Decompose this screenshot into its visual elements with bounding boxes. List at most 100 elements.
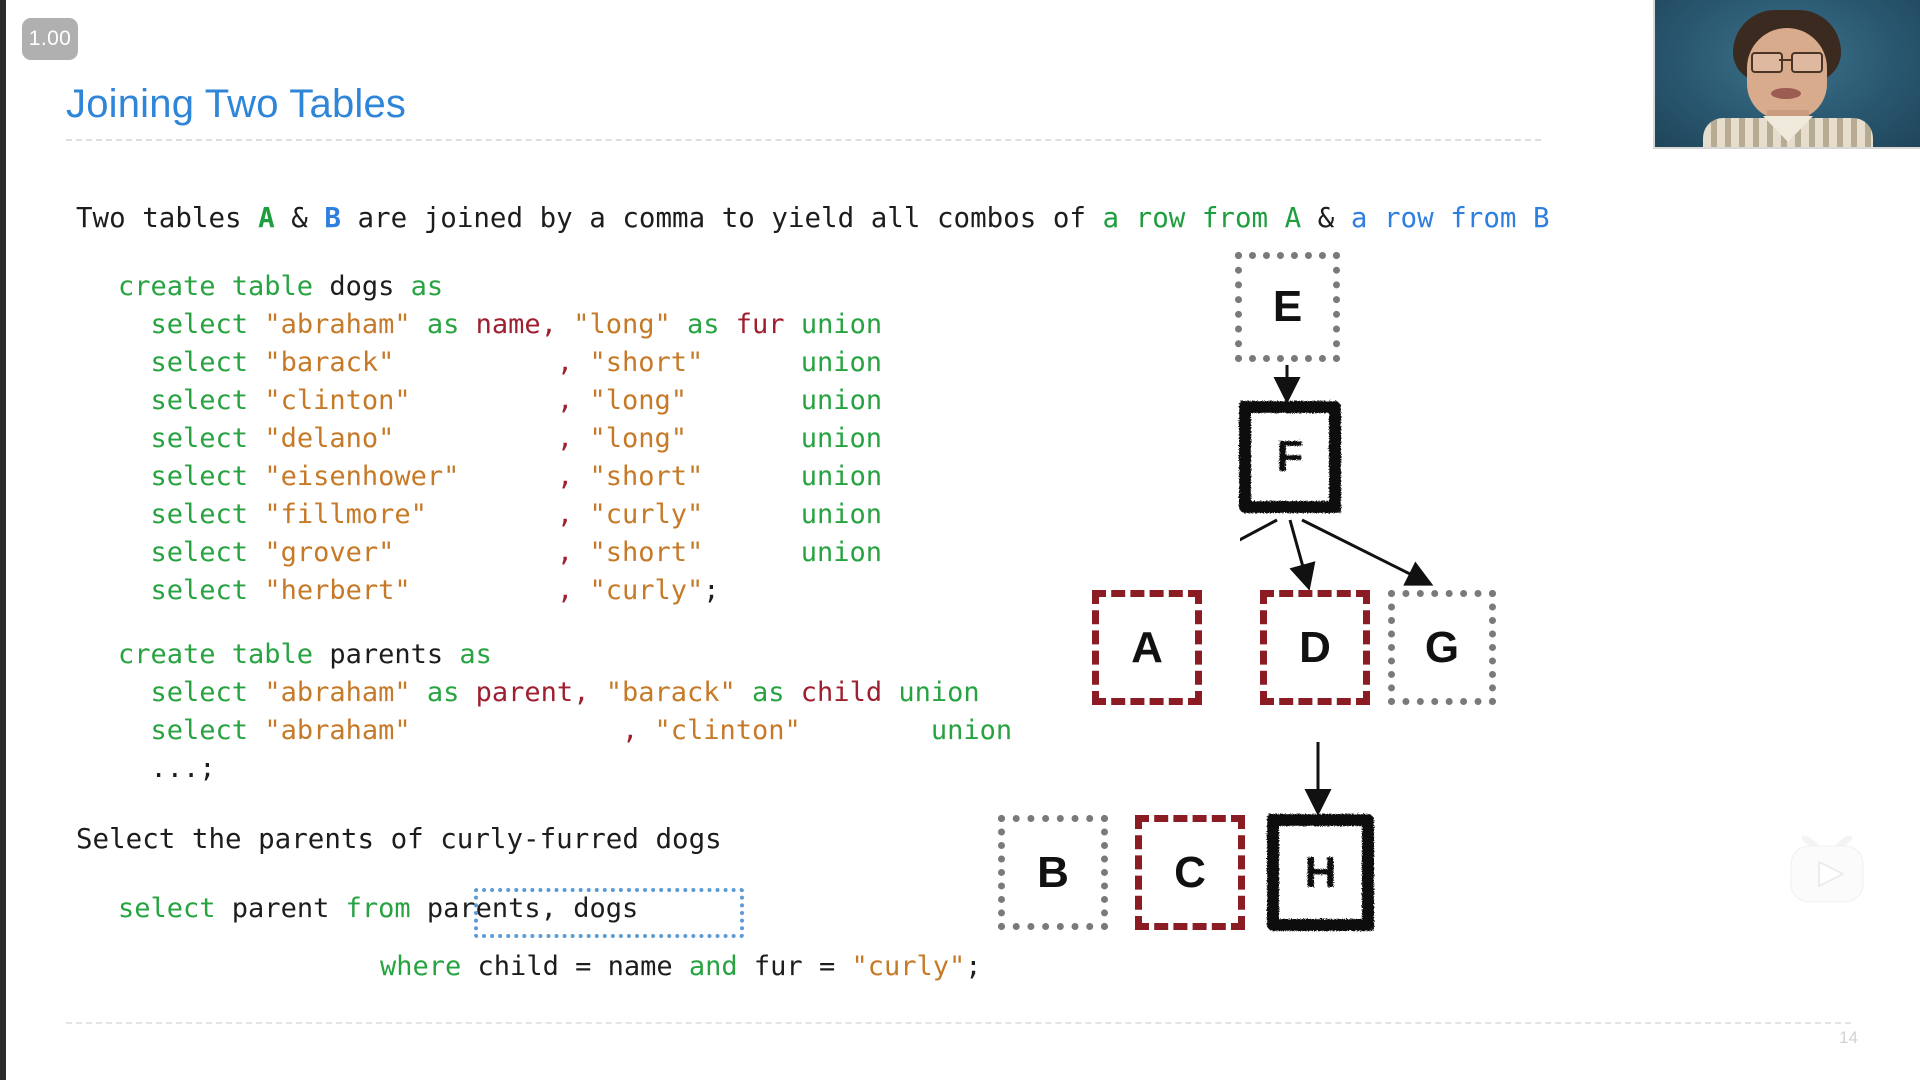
dogs-row2-pad <box>411 385 557 416</box>
tree-node-h[interactable]: H <box>1268 815 1373 930</box>
dogs-row5-fur: "curly" <box>589 499 704 530</box>
query-where-eq1: = <box>558 951 608 982</box>
dogs-row7-pad <box>411 575 557 606</box>
parents-row1-as2: as <box>735 677 801 708</box>
dogs-row4-comma: , <box>556 461 590 492</box>
parents-row1-select: select <box>150 677 265 708</box>
tree-node-a[interactable]: A <box>1092 590 1202 705</box>
dogs-row0-select: select <box>150 309 265 340</box>
parents-row1-union: union <box>882 677 980 708</box>
parents-row2-comma: , <box>621 715 655 746</box>
dogs-row5-union: union <box>800 499 883 530</box>
tree-node-f-label: F <box>1276 432 1304 481</box>
webcam-mouth <box>1771 88 1801 99</box>
query-where-eq2: = <box>802 951 852 982</box>
dogs-row3-fur: "long" <box>589 423 687 454</box>
dogs-row1-comma: , <box>556 347 590 378</box>
dogs-row3-union: union <box>800 423 883 454</box>
tree-node-h-label: H <box>1304 847 1337 897</box>
dogs-row4-fur: "short" <box>589 461 704 492</box>
playback-speed-badge[interactable]: 1.00 <box>22 18 78 60</box>
dogs-table-name: dogs <box>329 271 395 302</box>
dogs-row6-pad <box>394 537 557 568</box>
tree-node-b-label: B <box>1037 847 1069 897</box>
task-description: Select the parents of curly-furred dogs <box>76 823 722 855</box>
dogs-row7-name: "herbert" <box>264 575 411 606</box>
dogs-row4-union: union <box>800 461 883 492</box>
dogs-row0-fur: "long" <box>556 309 671 340</box>
tree-node-g[interactable]: G <box>1388 590 1496 705</box>
query-where-child: child <box>477 951 559 982</box>
parents-ellipsis: ...; <box>150 753 216 784</box>
dogs-row5-padend <box>703 499 801 530</box>
dogs-row6-comma: , <box>556 537 590 568</box>
tree-node-e[interactable]: E <box>1235 252 1340 362</box>
dogs-row1-fur: "short" <box>589 347 704 378</box>
query-select-col: parent <box>231 893 330 924</box>
intro-seg-2: & <box>274 202 325 234</box>
tree-node-c-label: C <box>1174 847 1206 897</box>
from-clause-highlight-box <box>474 888 744 938</box>
query-where-fur: fur <box>753 951 803 982</box>
dogs-row2-padend <box>687 385 801 416</box>
dogs-row6-padend <box>703 537 801 568</box>
tree-node-f[interactable]: F <box>1240 402 1340 512</box>
dogs-row3-name: "delano" <box>264 423 395 454</box>
webcam-glasses-left <box>1751 52 1783 73</box>
code-block-where: where child = name and fur = "curly"; <box>380 948 982 986</box>
dogs-row0-col-name: name <box>475 309 541 340</box>
tree-node-d[interactable]: D <box>1260 590 1370 705</box>
dogs-row6-name: "grover" <box>264 537 395 568</box>
parents-row1-col-child: child <box>800 677 883 708</box>
tree-node-b[interactable]: B <box>998 815 1108 930</box>
dogs-create-kw: create table <box>118 271 330 302</box>
dogs-row1-select: select <box>150 347 265 378</box>
query-where-kw: where <box>380 951 478 982</box>
dogs-row2-name: "clinton" <box>264 385 411 416</box>
dogs-row0-col-fur: fur <box>735 309 785 340</box>
parents-row2-child-val: "clinton" <box>654 715 801 746</box>
query-where-semicolon: ; <box>965 951 982 982</box>
tv-play-icon[interactable] <box>1785 836 1869 906</box>
parents-row2-padend <box>801 715 931 746</box>
dogs-row3-comma: , <box>556 423 590 454</box>
intro-row-from-a: a row from A <box>1102 202 1302 234</box>
parents-row2-select: select <box>150 715 265 746</box>
edge-f-g <box>1301 518 1434 586</box>
dogs-row6-fur: "short" <box>589 537 704 568</box>
dogs-row0-as1: as <box>410 309 476 340</box>
dogs-row4-padend <box>703 461 801 492</box>
tree-node-c[interactable]: C <box>1135 815 1245 930</box>
intro-sentence: Two tables A & B are joined by a comma t… <box>76 199 1550 237</box>
parents-row1-as1: as <box>410 677 476 708</box>
webcam-glasses-bridge <box>1779 59 1791 61</box>
tree-node-g-label: G <box>1424 622 1460 672</box>
left-edge-strip <box>0 0 6 1080</box>
query-select-kw: select <box>118 893 232 924</box>
dogs-row1-padend <box>703 347 801 378</box>
footer-divider <box>66 1022 1851 1024</box>
dogs-row0-as2: as <box>670 309 736 340</box>
lecturer-webcam-overlay[interactable] <box>1653 0 1920 149</box>
dogs-row3-pad <box>394 423 557 454</box>
parents-row1-comma: , <box>573 677 606 708</box>
dogs-row7-semicolon: ; <box>703 575 720 606</box>
code-block-create-dogs: create table dogs as select "abraham" as… <box>118 268 882 610</box>
intro-seg-3: are joined by a comma to yield all combo… <box>340 202 1103 234</box>
dogs-row6-select: select <box>150 537 265 568</box>
dogs-row3-select: select <box>150 423 265 454</box>
dogs-row2-comma: , <box>556 385 590 416</box>
dogs-row0-name: "abraham" <box>264 309 411 340</box>
parents-as-kw: as <box>443 639 492 670</box>
dogs-row2-union: union <box>800 385 883 416</box>
dogs-row0-comma: , <box>540 309 557 340</box>
dogs-row4-select: select <box>150 461 265 492</box>
edge-f-d <box>1288 519 1316 591</box>
query-from-kw: from <box>329 893 427 924</box>
parents-row2-parent-val: "abraham" <box>264 715 411 746</box>
tree-diagram: E F A D G B C H <box>998 252 1860 970</box>
parents-row2-union: union <box>930 715 1013 746</box>
intro-row-from-b: a row from B <box>1350 202 1550 234</box>
intro-seg-4: & <box>1301 202 1351 234</box>
dogs-row7-fur: "curly" <box>589 575 704 606</box>
